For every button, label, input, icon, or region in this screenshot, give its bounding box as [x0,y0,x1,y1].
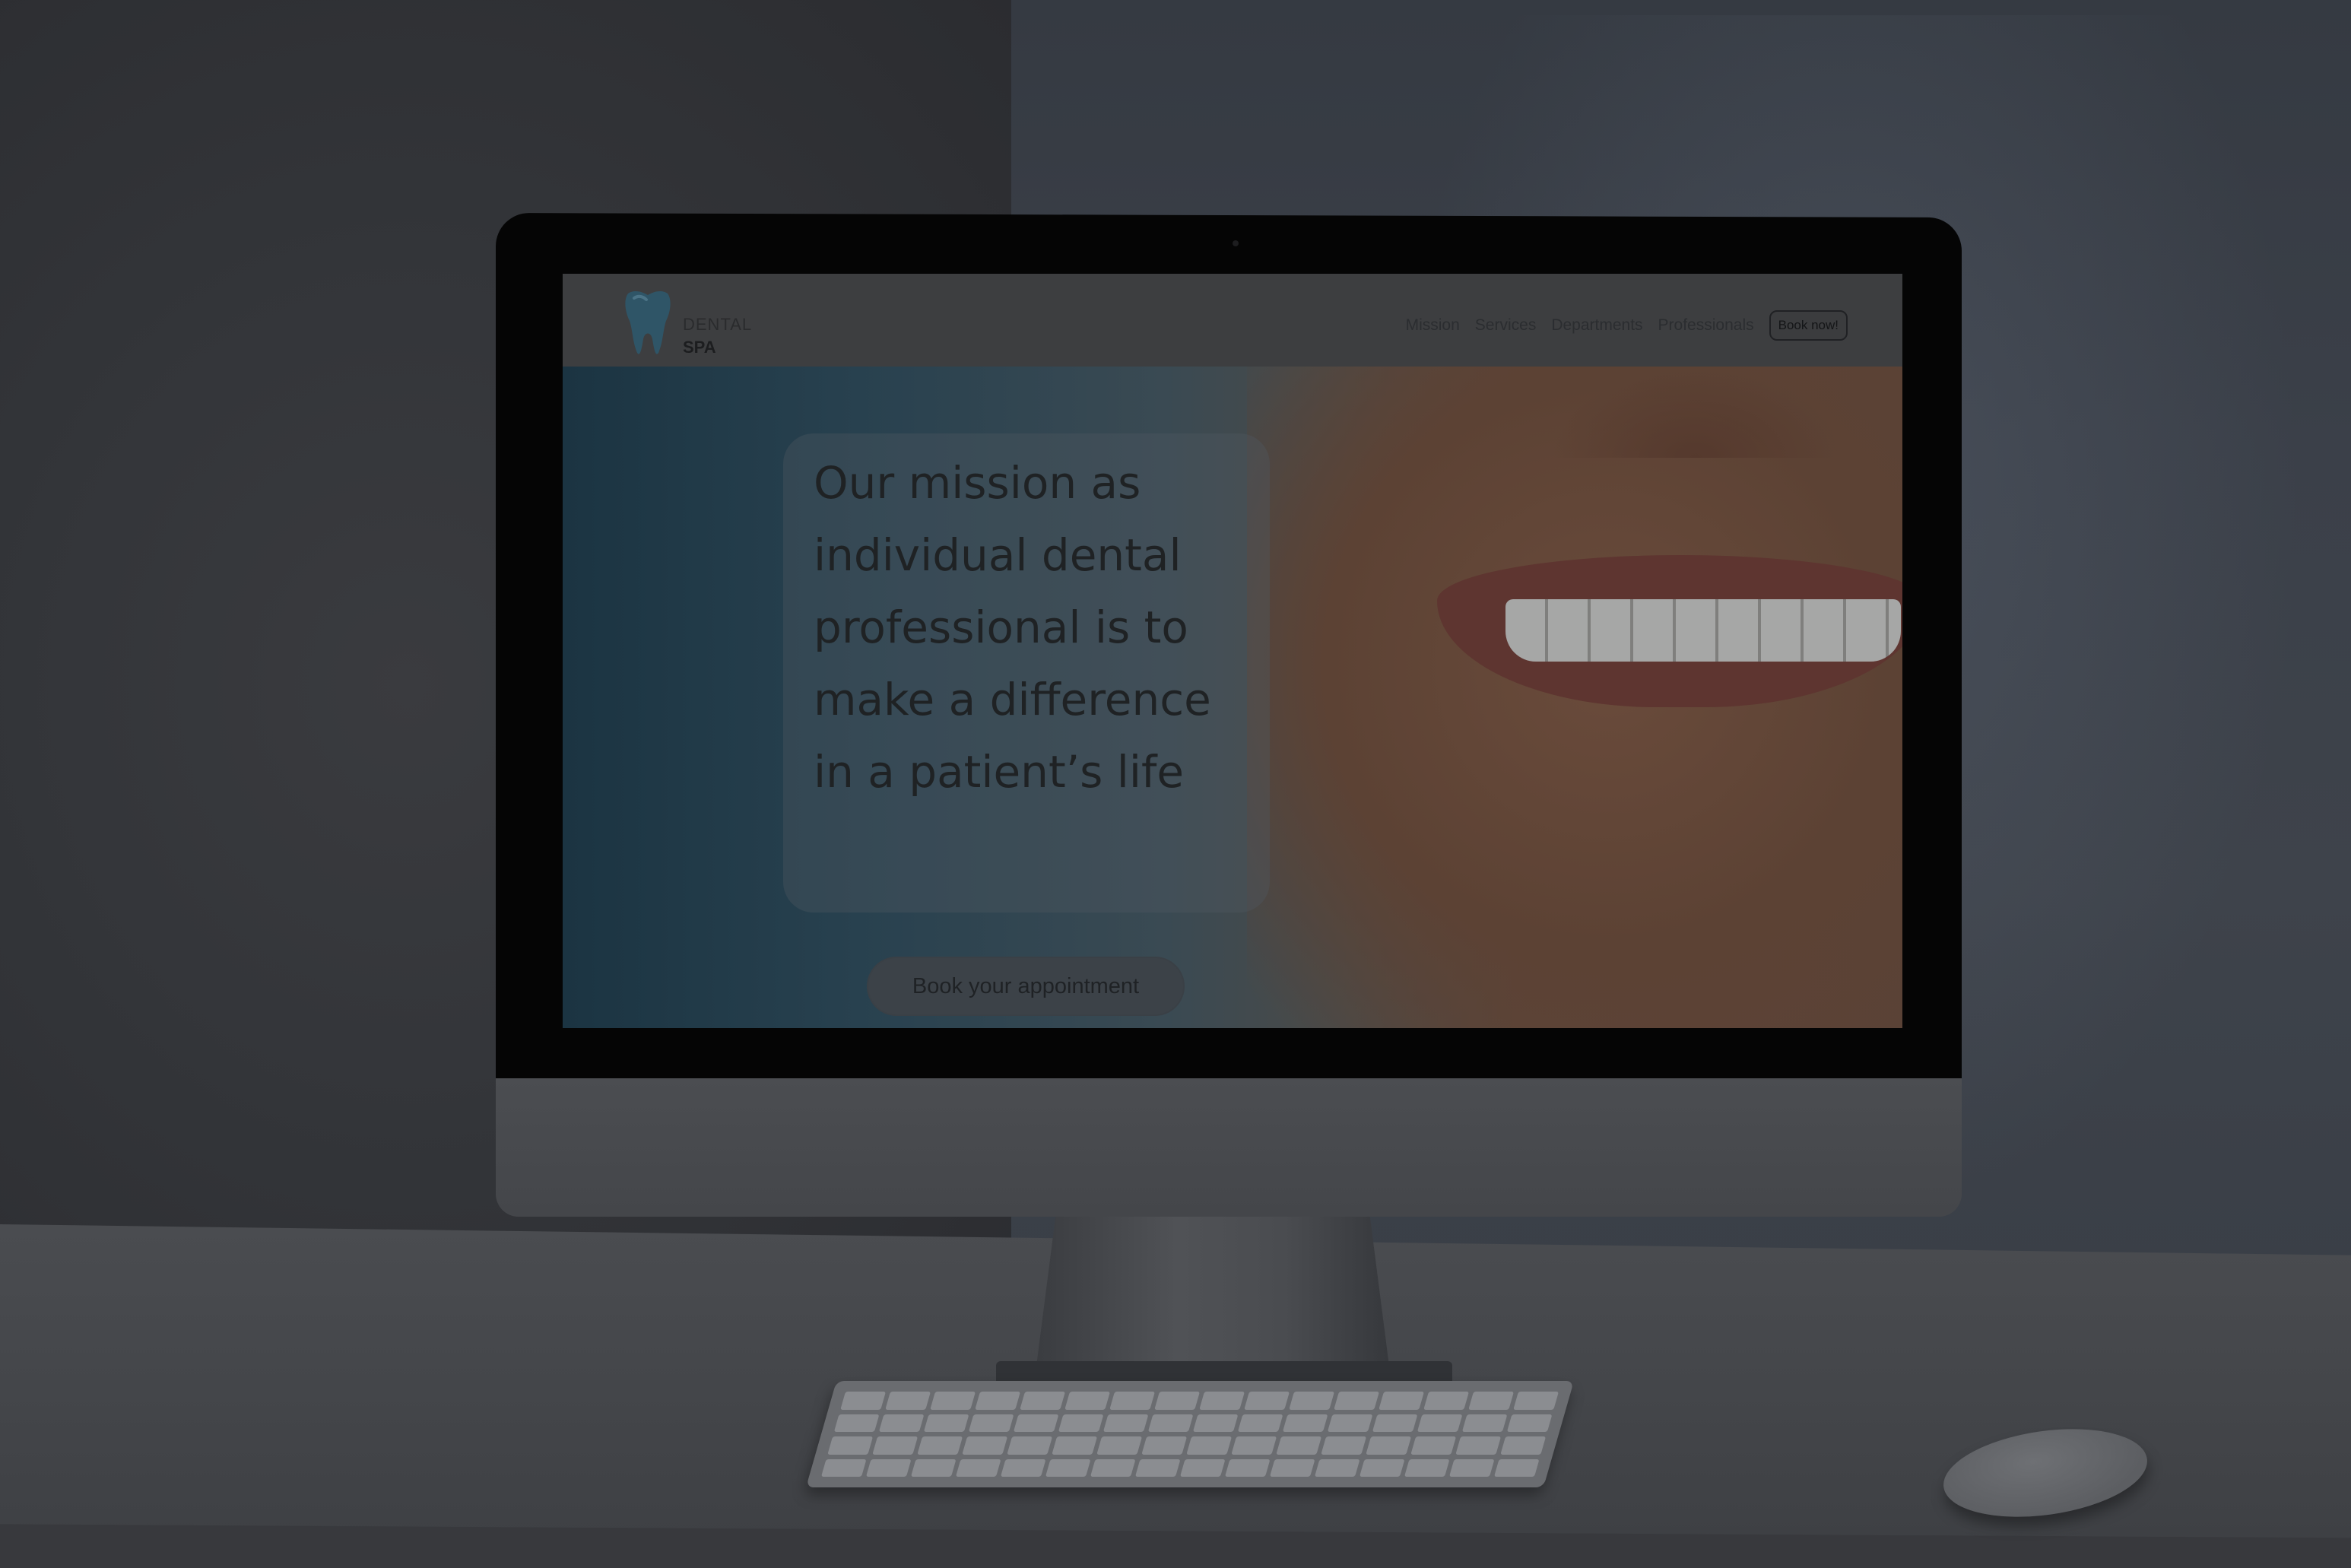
room-scene: DENTAL SPA Mission Services Departments … [0,0,2351,1568]
logo[interactable]: DENTAL SPA [623,289,768,357]
monitor-screen: DENTAL SPA Mission Services Departments … [563,274,1902,1028]
book-now-button[interactable]: Book now! [1769,310,1848,341]
monitor-stand [1034,1217,1391,1384]
hero-heading: Our mission as individual dental profess… [814,457,1211,798]
logo-text-spa: SPA [683,338,716,357]
tooth-icon [625,290,671,354]
site-header: DENTAL SPA Mission Services Departments … [563,274,1902,368]
logo-text-dental: DENTAL [683,315,753,334]
nav-mission[interactable]: Mission [1406,316,1460,335]
main-nav: Mission Services Departments Professiona… [1406,310,1848,341]
nav-services[interactable]: Services [1475,316,1537,335]
nav-professionals[interactable]: Professionals [1658,316,1754,335]
nav-departments[interactable]: Departments [1551,316,1642,335]
hero-image-teeth [1505,599,1901,662]
camera-icon [1233,240,1239,246]
book-appointment-button[interactable]: Book your appointment [867,957,1185,1016]
monitor-chin [496,1078,1962,1217]
hero-image-nose [1551,367,1840,458]
keyboard [805,1381,1575,1487]
